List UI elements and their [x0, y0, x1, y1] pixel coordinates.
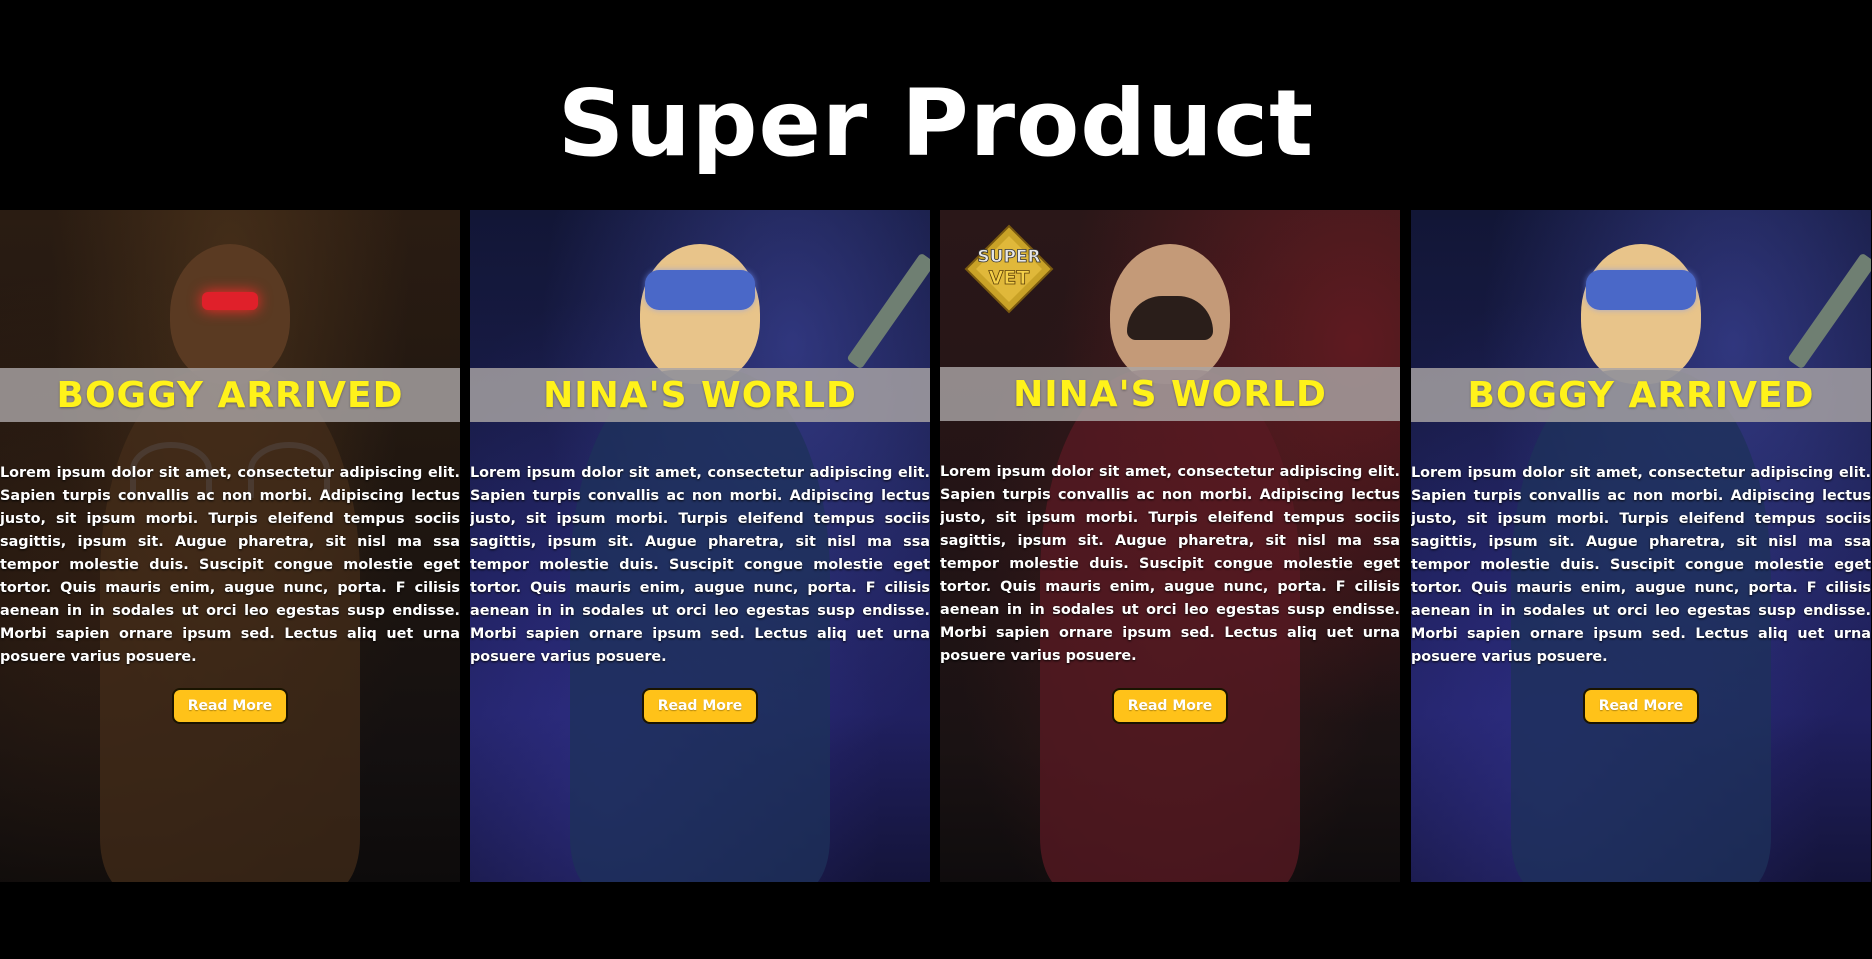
- read-more-button[interactable]: Read More: [1583, 688, 1699, 724]
- card-title-banner: NINA'S WORLD: [470, 368, 930, 422]
- card-title: BOGGY ARRIVED: [1467, 374, 1815, 416]
- card-title: BOGGY ARRIVED: [56, 374, 404, 416]
- card-description: Lorem ipsum dolor sit amet, consectetur …: [470, 465, 930, 665]
- logo-text-vet: VET: [989, 267, 1030, 289]
- vr-visor: [1586, 270, 1696, 310]
- character-head: [1581, 244, 1701, 384]
- product-card-boggy-arrived-2: BOGGY ARRIVED Lorem ipsum dolor sit amet…: [1411, 210, 1871, 882]
- page-title: Super Product: [557, 70, 1315, 177]
- card-title: NINA'S WORLD: [543, 374, 857, 416]
- product-card-super-vet: SUPER VET NINA'S WORLD Lorem ipsum dolor…: [940, 210, 1400, 882]
- character-head: [170, 244, 290, 384]
- logo-text-super: SUPER: [977, 247, 1040, 267]
- product-cards: BOGGY ARRIVED Lorem ipsum dolor sit amet…: [0, 210, 1872, 882]
- card-title-banner: BOGGY ARRIVED: [0, 368, 460, 422]
- page: Super Product BOGGY ARRIVED Lorem ipsum …: [0, 0, 1872, 959]
- product-card-ninas-world: NINA'S WORLD Lorem ipsum dolor sit amet,…: [470, 210, 930, 882]
- card-description: Lorem ipsum dolor sit amet, consectetur …: [940, 464, 1400, 664]
- product-card-boggy-arrived: BOGGY ARRIVED Lorem ipsum dolor sit amet…: [0, 210, 460, 882]
- read-more-button[interactable]: Read More: [1112, 688, 1228, 724]
- card-title-banner: BOGGY ARRIVED: [1411, 368, 1871, 422]
- card-description: Lorem ipsum dolor sit amet, consectetur …: [1411, 465, 1871, 665]
- read-more-button[interactable]: Read More: [172, 688, 288, 724]
- card-description: Lorem ipsum dolor sit amet, consectetur …: [0, 465, 460, 665]
- read-more-button[interactable]: Read More: [642, 688, 758, 724]
- super-vet-logo: SUPER VET: [964, 224, 1054, 314]
- glowing-eyes: [202, 292, 258, 310]
- card-title: NINA'S WORLD: [1013, 373, 1327, 415]
- card-title-banner: NINA'S WORLD: [940, 367, 1400, 421]
- vr-visor: [645, 270, 755, 310]
- character-head: [640, 244, 760, 384]
